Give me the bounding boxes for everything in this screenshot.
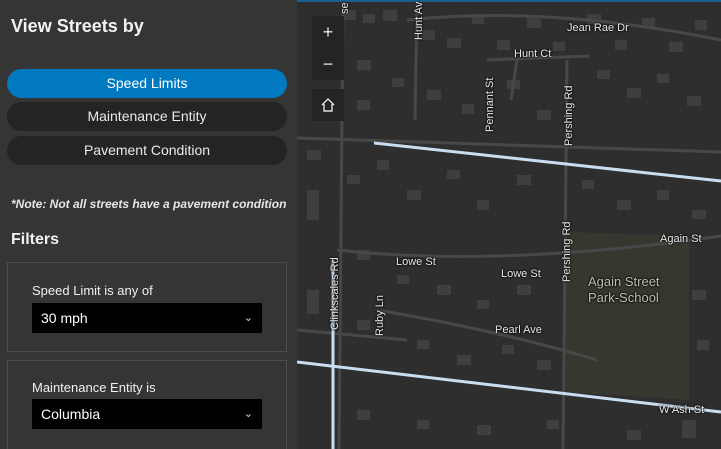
speed-limit-select-value: 30 mph <box>41 310 88 326</box>
maintenance-entity-filter-label: Maintenance Entity is <box>32 380 156 395</box>
street-label: Clinkscales Rd <box>329 257 341 330</box>
street-label: Ruby Ln <box>374 295 386 336</box>
side-panel: View Streets by Speed Limits Maintenance… <box>0 0 297 449</box>
street-label: Pershing Rd <box>561 221 573 282</box>
school-name-line2: Park-School <box>588 290 659 305</box>
school-park-area <box>565 232 689 400</box>
speed-limit-select[interactable]: 30 mph ⌄ <box>32 303 262 333</box>
home-button[interactable] <box>312 89 344 121</box>
map-top-border <box>297 0 721 2</box>
street-label: Pearl Ave <box>495 324 542 336</box>
street-label: se <box>339 2 351 14</box>
street-label: Hunt Av <box>413 1 425 40</box>
zoom-out-button[interactable]: − <box>312 48 344 80</box>
filters-heading: Filters <box>11 231 60 248</box>
home-icon <box>321 98 335 112</box>
school-name-line1: Again Street <box>588 274 660 289</box>
street-map[interactable]: Jean Rae Dr Hunt Ct Hunt Av se Pennant S… <box>297 0 721 449</box>
street-label: Pennant St <box>484 77 496 132</box>
map-graphic <box>297 0 721 449</box>
speed-limit-filter-card: Speed Limit is any of 30 mph ⌄ <box>7 262 287 352</box>
street-label: Again St <box>660 233 702 245</box>
maintenance-entity-select-value: Columbia <box>41 406 101 422</box>
street-label: Lowe St <box>501 268 541 280</box>
chevron-down-icon: ⌄ <box>243 312 253 324</box>
zoom-controls: + − <box>312 16 344 80</box>
maintenance-entity-filter-card: Maintenance Entity is Columbia ⌄ <box>7 360 287 449</box>
street-label: W Ash St <box>659 404 705 416</box>
view-pavement-condition-button[interactable]: Pavement Condition <box>7 136 287 165</box>
view-speed-limits-button[interactable]: Speed Limits <box>7 69 287 98</box>
chevron-down-icon: ⌄ <box>243 408 253 420</box>
pavement-note: *Note: Not all streets have a pavement c… <box>11 197 287 211</box>
zoom-in-button[interactable]: + <box>312 16 344 48</box>
maintenance-entity-select[interactable]: Columbia ⌄ <box>32 399 262 429</box>
panel-title: View Streets by <box>11 16 144 36</box>
street-label: Pershing Rd <box>563 85 575 146</box>
speed-limit-filter-label: Speed Limit is any of <box>32 283 153 298</box>
street-label: Lowe St <box>396 256 436 268</box>
view-maintenance-entity-button[interactable]: Maintenance Entity <box>7 102 287 131</box>
street-label: Jean Rae Dr <box>567 22 629 34</box>
street-label: Hunt Ct <box>514 48 552 60</box>
